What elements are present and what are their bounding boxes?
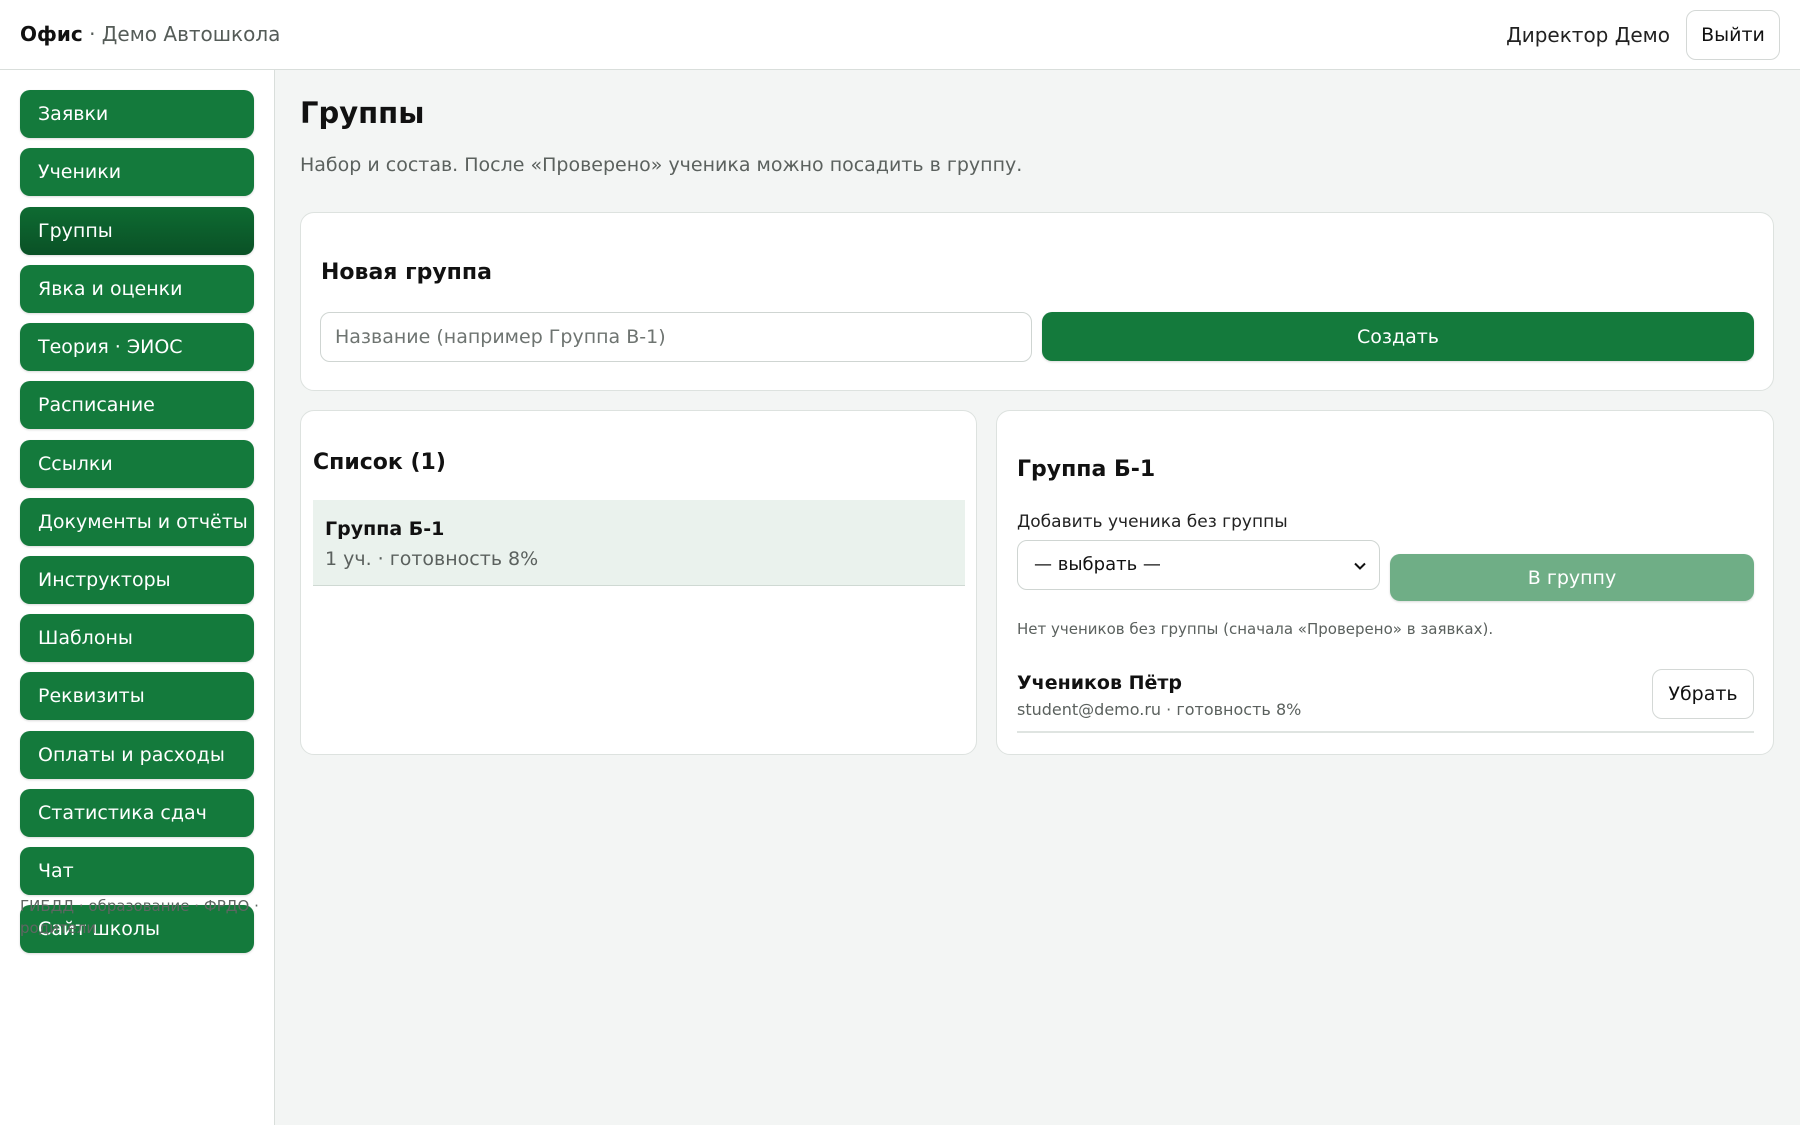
no-students-hint: Нет учеников без группы (сначала «Провер…	[1017, 620, 1494, 638]
group-name-input[interactable]	[320, 312, 1032, 362]
create-group-button[interactable]: Создать	[1042, 312, 1754, 361]
student-select-value: — выбрать —	[1034, 554, 1161, 575]
member-divider	[1017, 731, 1754, 733]
sidebar-item-students[interactable]: Ученики	[20, 148, 254, 196]
sidebar-item-theory[interactable]: Теория · ЭИОС	[20, 323, 254, 371]
sidebar-item-attendance[interactable]: Явка и оценки	[20, 265, 254, 313]
add-to-group-button[interactable]: В группу	[1390, 554, 1754, 601]
page-title: Группы	[300, 96, 425, 130]
new-group-title: Новая группа	[321, 260, 492, 285]
new-group-card	[300, 212, 1774, 391]
page-subtitle: Набор и состав. После «Проверено» ученик…	[300, 154, 1023, 176]
sidebar-item-applications[interactable]: Заявки	[20, 90, 254, 138]
sidebar-item-stats[interactable]: Статистика сдач	[20, 789, 254, 837]
sidebar-item-requisites[interactable]: Реквизиты	[20, 672, 254, 720]
group-item-name: Группа Б-1	[325, 518, 445, 540]
group-list-title: Список (1)	[313, 450, 446, 475]
group-detail-title: Группа Б-1	[1017, 457, 1156, 482]
list-item[interactable]: Группа Б-1 1 уч. · готовность 8%	[313, 500, 965, 586]
sidebar-item-payments[interactable]: Оплаты и расходы	[20, 731, 254, 779]
sidebar: Заявки Ученики Группы Явка и оценки Теор…	[0, 70, 275, 1125]
member-name: Учеников Пётр	[1017, 672, 1183, 694]
add-student-label: Добавить ученика без группы	[1017, 512, 1288, 532]
remove-member-button[interactable]: Убрать	[1652, 669, 1754, 719]
member-meta: student@demo.ru · готовность 8%	[1017, 700, 1302, 719]
sidebar-footer: ГИБДД · образование · ФРДО · родители	[20, 897, 259, 937]
sidebar-item-schedule[interactable]: Расписание	[20, 381, 254, 429]
sidebar-item-instructors[interactable]: Инструкторы	[20, 556, 254, 604]
chevron-down-icon	[1353, 541, 1367, 589]
sidebar-item-documents[interactable]: Документы и отчёты	[20, 498, 254, 546]
sidebar-item-templates[interactable]: Шаблоны	[20, 614, 254, 662]
sidebar-item-groups[interactable]: Группы	[20, 207, 254, 255]
logout-button[interactable]: Выйти	[1686, 10, 1780, 60]
school-name: · Демо Автошкола	[82, 22, 281, 46]
app-brand: Офис · Демо Автошкола	[20, 22, 280, 46]
user-name: Директор Демо	[1506, 23, 1670, 47]
group-item-meta: 1 уч. · готовность 8%	[325, 548, 539, 570]
app-name: Офис	[20, 22, 83, 46]
top-bar: Офис · Демо Автошкола Директор Демо Выйт…	[0, 0, 1800, 70]
sidebar-item-chat[interactable]: Чат	[20, 847, 254, 895]
student-select[interactable]: — выбрать —	[1017, 540, 1380, 590]
sidebar-item-links[interactable]: Ссылки	[20, 440, 254, 488]
